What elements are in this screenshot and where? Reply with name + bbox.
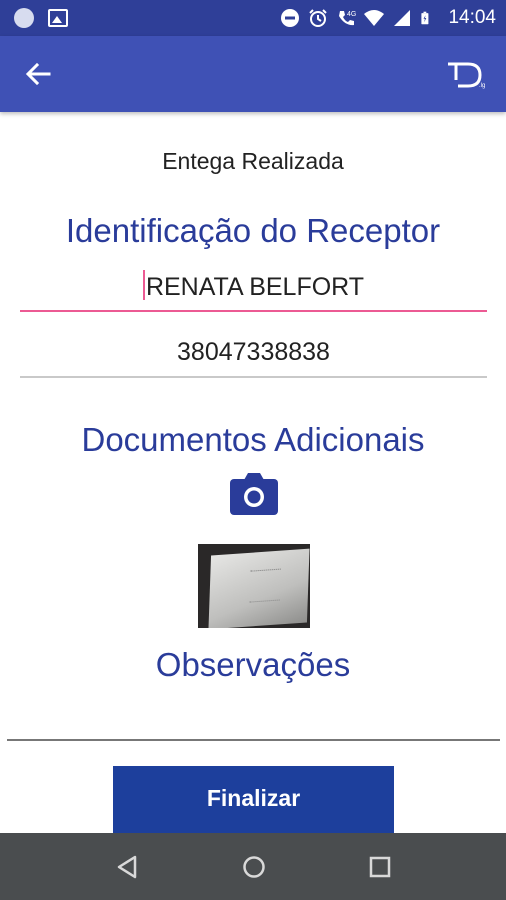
receiver-document-input[interactable]: 38047338838 <box>20 338 487 378</box>
wifi-icon <box>364 10 385 26</box>
document-photo-thumbnail[interactable] <box>198 544 310 628</box>
app-bar: .lg <box>0 36 506 112</box>
signal-icon <box>394 10 411 26</box>
observations-underline <box>7 739 500 741</box>
dnd-icon <box>281 9 300 27</box>
observations-title: Observações <box>155 646 351 683</box>
delivery-status-text: Entega Realizada <box>162 148 344 174</box>
receiver-name-value: RENATA BELFORT <box>145 273 365 301</box>
back-button[interactable] <box>22 58 54 90</box>
system-nav-bar <box>0 833 506 900</box>
network-type-label: 4G <box>347 11 356 18</box>
call-icon: 4G <box>339 11 356 26</box>
docs-section-title: Documentos Adicionais <box>81 421 425 458</box>
alarm-icon <box>309 9 328 27</box>
svg-text:.lg: .lg <box>479 83 485 89</box>
status-bar: 4G 14:04 <box>0 0 506 36</box>
image-icon <box>48 9 68 27</box>
receiver-document-value: 38047338838 <box>177 338 330 366</box>
arrow-left-icon <box>25 62 51 86</box>
nav-recents-icon[interactable] <box>366 853 394 881</box>
camera-icon[interactable] <box>229 472 279 516</box>
text-cursor <box>142 270 145 300</box>
app-logo-icon[interactable]: .lg <box>446 60 488 90</box>
notification-dot-icon <box>14 8 34 28</box>
nav-back-icon[interactable] <box>114 853 142 881</box>
photo-content <box>208 548 310 628</box>
finalize-button[interactable]: Finalizar <box>113 766 394 836</box>
receiver-name-input[interactable]: RENATA BELFORT <box>20 270 487 312</box>
receiver-section-title: Identificação do Receptor <box>65 212 441 249</box>
nav-home-icon[interactable] <box>240 853 268 881</box>
clock: 14:04 <box>448 7 496 28</box>
battery-icon <box>421 11 429 25</box>
